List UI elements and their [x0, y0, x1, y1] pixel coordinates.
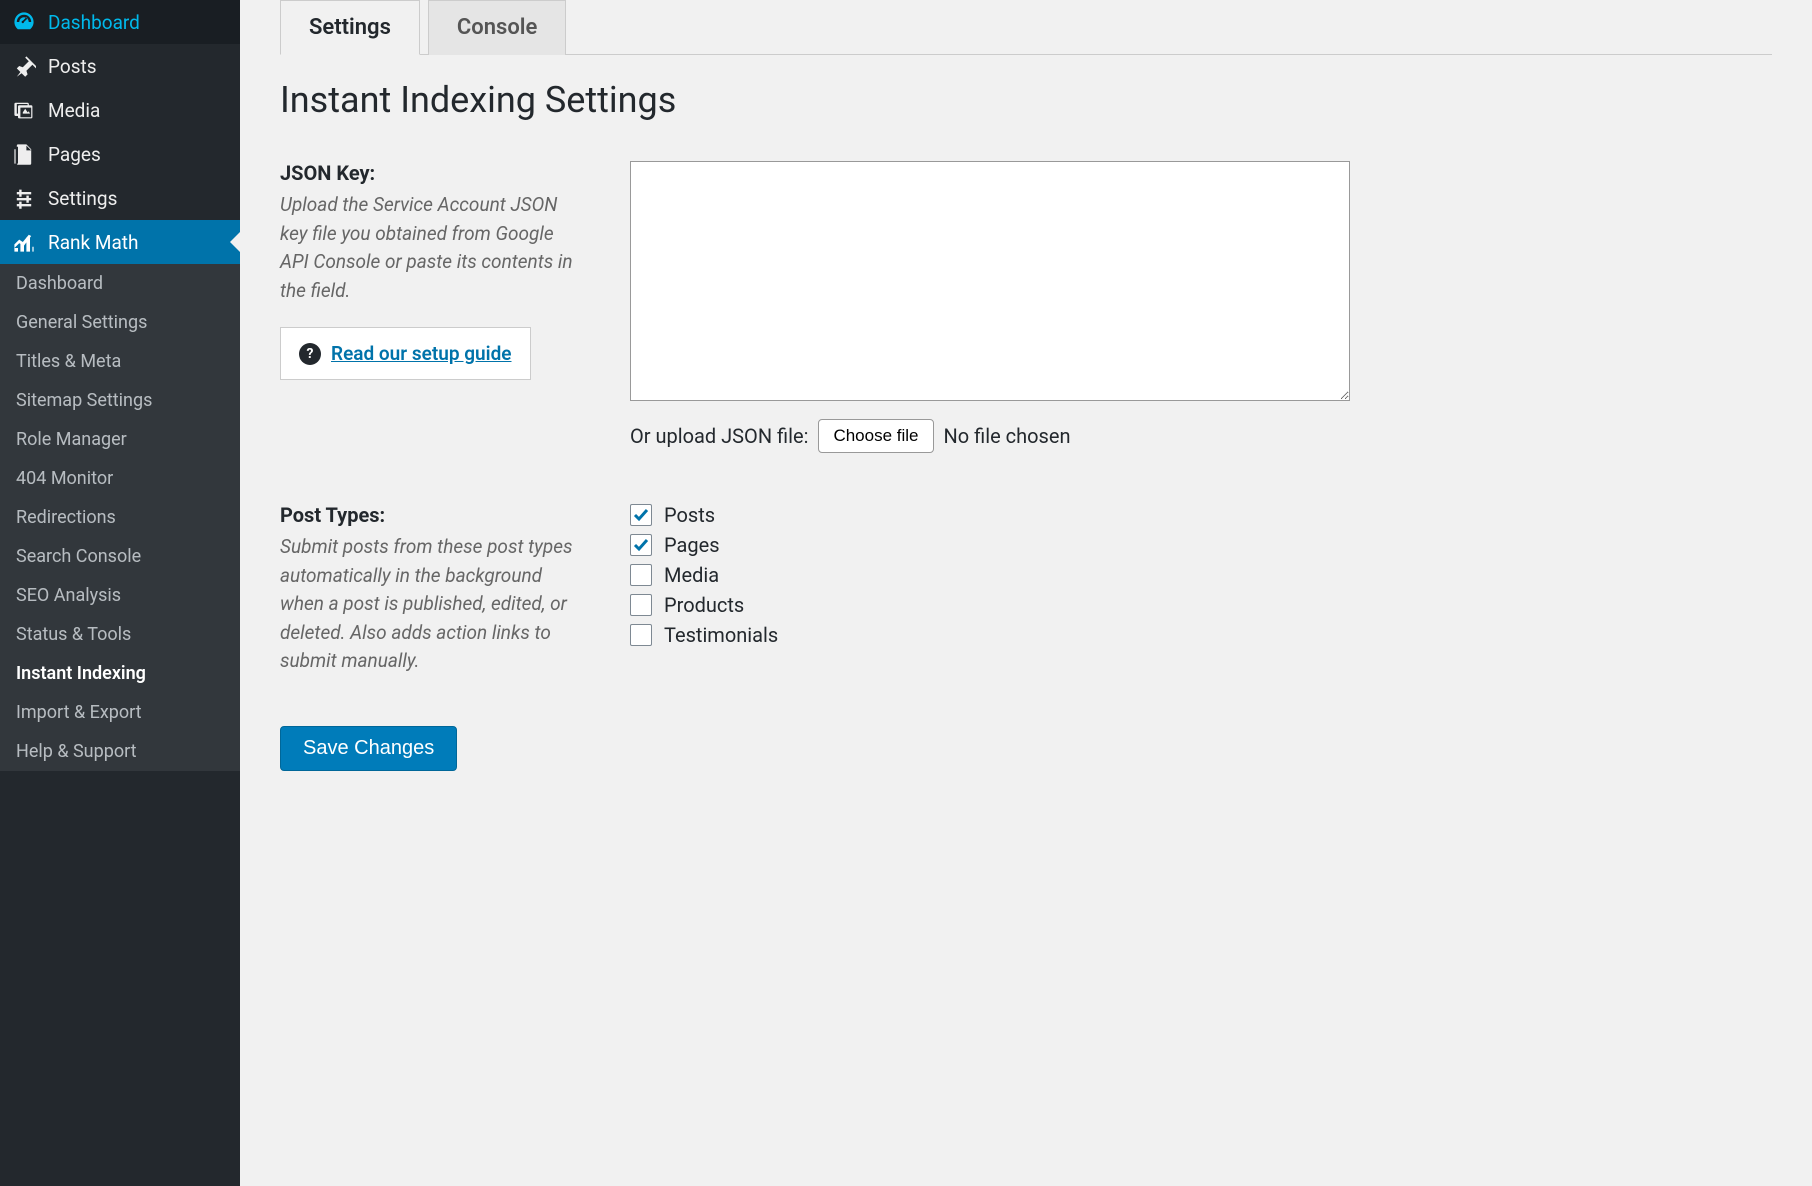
checkbox-products[interactable] [630, 594, 652, 616]
sidebar-item-settings[interactable]: Settings [0, 176, 240, 220]
checkbox-testimonials[interactable] [630, 624, 652, 646]
pin-icon [12, 54, 36, 78]
submenu-item-sitemap-settings[interactable]: Sitemap Settings [0, 381, 240, 420]
dashboard-icon [12, 10, 36, 34]
active-arrow-icon [230, 232, 240, 252]
submenu-item-404-monitor[interactable]: 404 Monitor [0, 459, 240, 498]
setup-guide-link[interactable]: Read our setup guide [331, 342, 512, 365]
submenu-item-titles-meta[interactable]: Titles & Meta [0, 342, 240, 381]
checkbox-row-posts[interactable]: Posts [630, 503, 1772, 527]
setup-guide-box: ? Read our setup guide [280, 327, 531, 380]
check-icon [633, 507, 649, 523]
checkbox-row-pages[interactable]: Pages [630, 533, 1772, 557]
rankmath-icon [12, 230, 36, 254]
checkbox-label: Posts [664, 503, 715, 527]
checkbox-label: Testimonials [664, 623, 778, 647]
sidebar-item-dashboard[interactable]: Dashboard [0, 0, 240, 44]
post-types-checkbox-list: Posts Pages Media Products Testimonials [630, 503, 1772, 647]
post-types-desc: Submit posts from these post types autom… [280, 533, 580, 676]
submenu-item-seo-analysis[interactable]: SEO Analysis [0, 576, 240, 615]
admin-sidebar: Dashboard Posts Media Pages Settings Rank Mat… [0, 0, 240, 1186]
json-key-row: JSON Key: Upload the Service Account JSO… [280, 161, 1772, 453]
tabs-nav: SettingsConsole [280, 0, 1772, 55]
checkbox-row-products[interactable]: Products [630, 593, 1772, 617]
settings-icon [12, 186, 36, 210]
sidebar-item-label: Pages [48, 143, 101, 166]
media-icon [12, 98, 36, 122]
submenu-item-status-tools[interactable]: Status & Tools [0, 615, 240, 654]
post-types-label: Post Types: [280, 503, 580, 527]
no-file-chosen-text: No file chosen [944, 424, 1071, 448]
json-key-label: JSON Key: [280, 161, 580, 185]
sidebar-item-rank-math[interactable]: Rank Math [0, 220, 240, 264]
main-content: SettingsConsole Instant Indexing Setting… [240, 0, 1812, 1186]
json-key-desc: Upload the Service Account JSON key file… [280, 191, 580, 305]
sidebar-item-media[interactable]: Media [0, 88, 240, 132]
upload-json-label: Or upload JSON file: [630, 424, 808, 448]
submenu-item-instant-indexing[interactable]: Instant Indexing [0, 654, 240, 693]
tab-console[interactable]: Console [428, 0, 566, 55]
json-key-textarea[interactable] [630, 161, 1350, 401]
choose-file-button[interactable]: Choose file [818, 419, 933, 453]
post-types-row: Post Types: Submit posts from these post… [280, 503, 1772, 676]
pages-icon [12, 142, 36, 166]
checkbox-posts[interactable] [630, 504, 652, 526]
submenu-item-redirections[interactable]: Redirections [0, 498, 240, 537]
sidebar-item-posts[interactable]: Posts [0, 44, 240, 88]
sidebar-item-label: Media [48, 99, 100, 122]
submenu-item-general-settings[interactable]: General Settings [0, 303, 240, 342]
check-icon [633, 537, 649, 553]
checkbox-media[interactable] [630, 564, 652, 586]
save-changes-button[interactable]: Save Changes [280, 726, 457, 771]
sidebar-item-label: Rank Math [48, 231, 138, 254]
checkbox-pages[interactable] [630, 534, 652, 556]
tab-settings[interactable]: Settings [280, 0, 420, 55]
submenu-item-search-console[interactable]: Search Console [0, 537, 240, 576]
checkbox-label: Media [664, 563, 719, 587]
checkbox-label: Pages [664, 533, 720, 557]
sidebar-item-label: Settings [48, 187, 117, 210]
checkbox-row-media[interactable]: Media [630, 563, 1772, 587]
submenu-item-role-manager[interactable]: Role Manager [0, 420, 240, 459]
page-title: Instant Indexing Settings [280, 79, 1772, 121]
submenu-item-dashboard[interactable]: Dashboard [0, 264, 240, 303]
submenu-item-help-support[interactable]: Help & Support [0, 732, 240, 771]
checkbox-label: Products [664, 593, 744, 617]
checkbox-row-testimonials[interactable]: Testimonials [630, 623, 1772, 647]
help-icon: ? [299, 343, 321, 365]
sidebar-item-label: Dashboard [48, 11, 140, 34]
submenu-item-import-export[interactable]: Import & Export [0, 693, 240, 732]
sidebar-item-pages[interactable]: Pages [0, 132, 240, 176]
sidebar-item-label: Posts [48, 55, 97, 78]
